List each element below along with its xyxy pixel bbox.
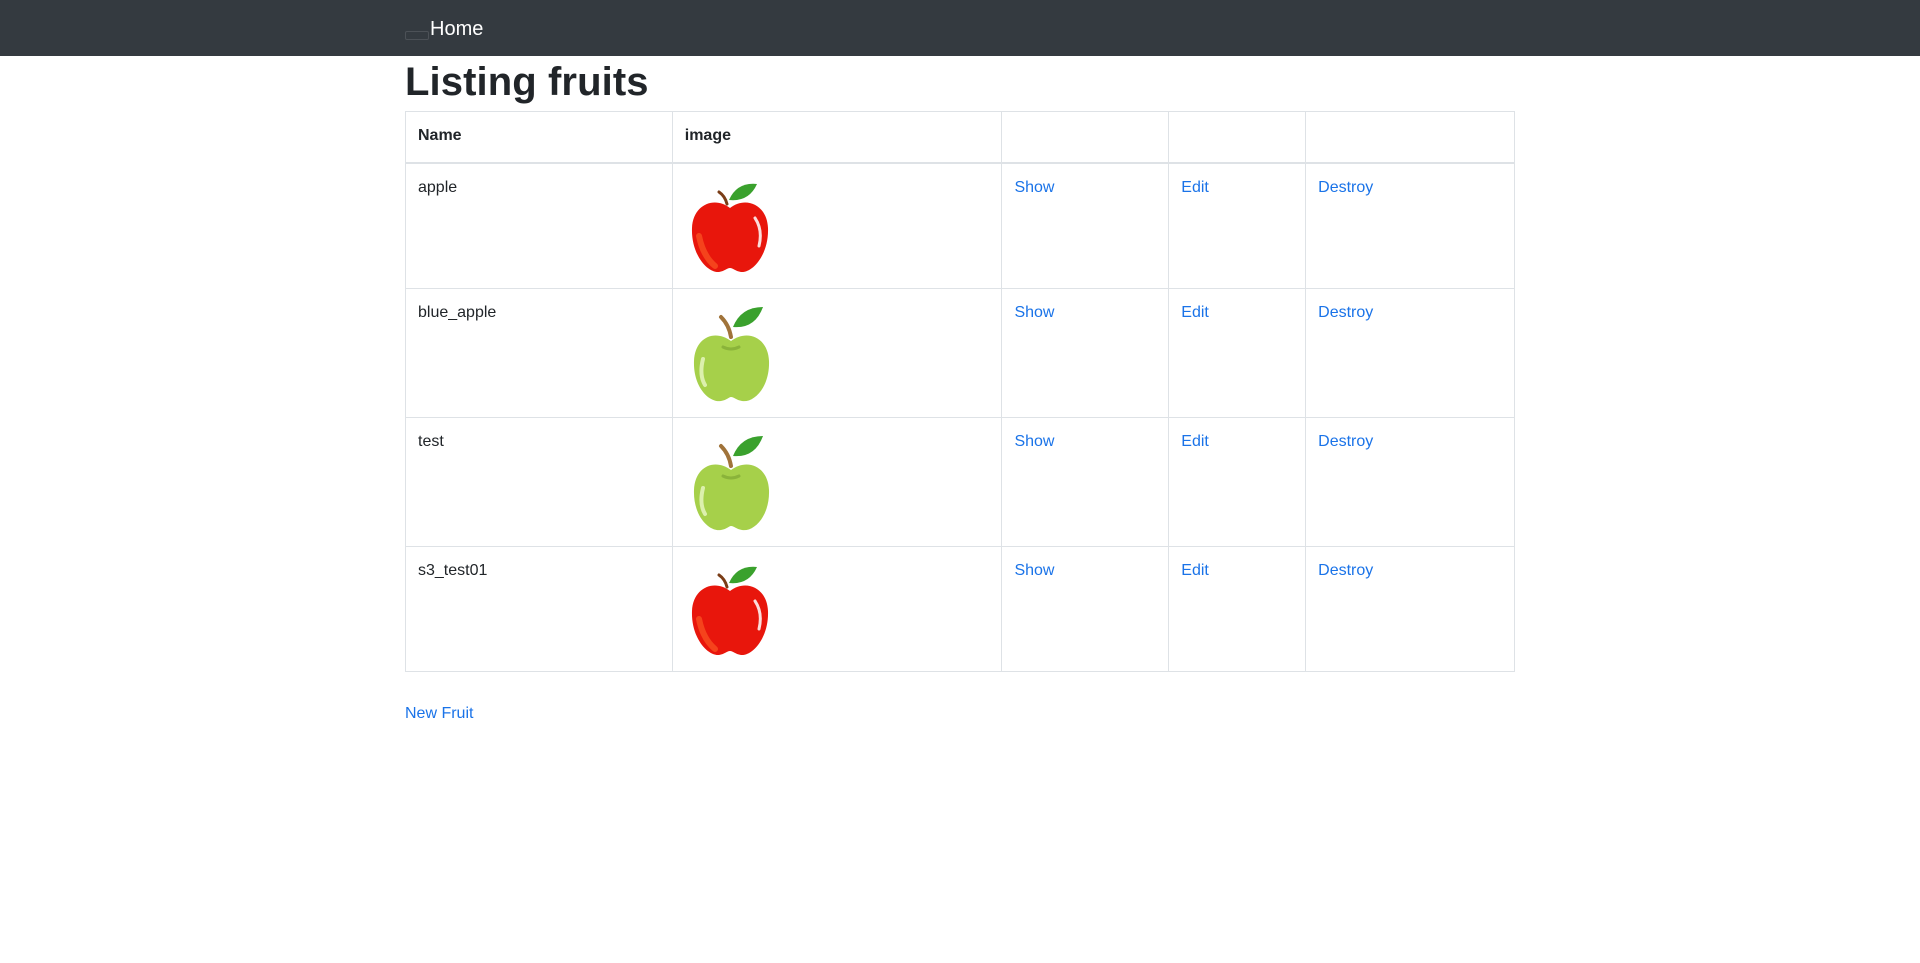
edit-cell: Edit (1168, 416, 1307, 547)
column-header-show (1001, 111, 1170, 164)
home-link[interactable]: Home (430, 14, 483, 44)
edit-link[interactable]: Edit (1181, 304, 1209, 321)
red-apple-icon (691, 183, 768, 272)
page-title: Listing fruits (405, 60, 649, 104)
show-link[interactable]: Show (1014, 433, 1054, 450)
destroy-link[interactable]: Destroy (1318, 562, 1373, 579)
table-row: blue_apple Show Edit Destroy (405, 287, 1515, 418)
edit-cell: Edit (1168, 162, 1307, 289)
table-header-row: Name image (405, 111, 1515, 164)
fruit-image-cell (671, 416, 1003, 547)
column-header-edit (1168, 111, 1307, 164)
fruit-image-cell (671, 287, 1003, 418)
show-link[interactable]: Show (1014, 179, 1054, 196)
table-row: test Show Edit Destroy (405, 416, 1515, 547)
column-header-destroy (1305, 111, 1515, 164)
fruit-name: apple (405, 162, 673, 289)
show-link[interactable]: Show (1014, 304, 1054, 321)
fruit-image-cell (671, 162, 1003, 289)
fruit-name: s3_test01 (405, 545, 673, 672)
fruit-image-cell (671, 545, 1003, 672)
show-cell: Show (1001, 545, 1170, 672)
show-cell: Show (1001, 162, 1170, 289)
fruit-name: test (405, 416, 673, 547)
fruit-name: blue_apple (405, 287, 673, 418)
destroy-cell: Destroy (1305, 287, 1515, 418)
fruits-table: Name image apple Show Edit Destroy blue_… (405, 111, 1515, 672)
table-row: s3_test01 Show Edit Destroy (405, 545, 1515, 672)
show-cell: Show (1001, 287, 1170, 418)
table-row: apple Show Edit Destroy (405, 162, 1515, 289)
green-apple-icon (693, 306, 769, 401)
destroy-cell: Destroy (1305, 545, 1515, 672)
destroy-link[interactable]: Destroy (1318, 433, 1373, 450)
destroy-link[interactable]: Destroy (1318, 304, 1373, 321)
destroy-link[interactable]: Destroy (1318, 179, 1373, 196)
edit-cell: Edit (1168, 287, 1307, 418)
navbar: Home (0, 0, 1920, 56)
show-cell: Show (1001, 416, 1170, 547)
edit-link[interactable]: Edit (1181, 562, 1209, 579)
edit-link[interactable]: Edit (1181, 433, 1209, 450)
show-link[interactable]: Show (1014, 562, 1054, 579)
edit-link[interactable]: Edit (1181, 179, 1209, 196)
destroy-cell: Destroy (1305, 416, 1515, 547)
new-fruit-link[interactable]: New Fruit (405, 702, 473, 726)
red-apple-icon (691, 566, 768, 655)
edit-cell: Edit (1168, 545, 1307, 672)
green-apple-icon (693, 435, 769, 530)
column-header-name: Name (405, 111, 673, 164)
navbar-toggler[interactable] (405, 31, 429, 40)
column-header-image: image (671, 111, 1003, 164)
destroy-cell: Destroy (1305, 162, 1515, 289)
